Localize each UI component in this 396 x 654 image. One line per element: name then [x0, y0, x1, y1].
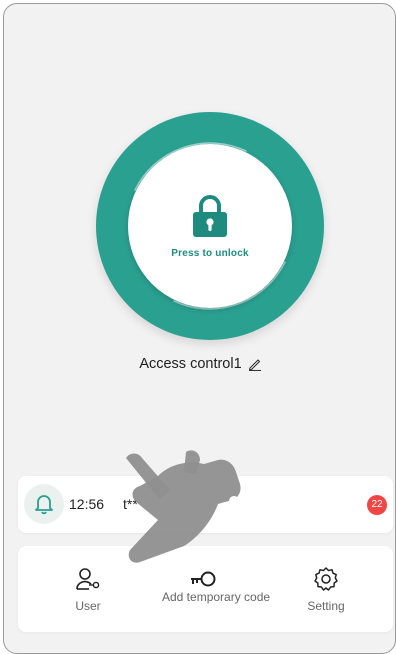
notification-count-badge: 22	[367, 495, 387, 515]
gear-icon	[314, 567, 338, 591]
setting-label: Setting	[307, 599, 345, 613]
lock-icon	[193, 194, 227, 237]
add-temporary-code-label: Add temporary code	[162, 590, 271, 604]
notification-time: 12:56	[69, 496, 105, 512]
notification-bar[interactable]: 12:56 t** 22	[18, 476, 393, 533]
unlock-ring[interactable]: Press to unlock	[96, 112, 324, 340]
add-temporary-code-button[interactable]: Add temporary code	[156, 546, 270, 632]
notification-text: t**	[123, 496, 138, 512]
app-screen: Press to unlock Access control1 12:56 t*…	[3, 3, 396, 654]
unlock-button[interactable]: Press to unlock	[128, 144, 292, 308]
bell-button[interactable]	[24, 484, 64, 524]
device-name-row: Access control1	[4, 356, 395, 372]
user-label: User	[75, 599, 101, 613]
pencil-icon[interactable]	[248, 357, 262, 371]
unlock-label: Press to unlock	[171, 247, 249, 259]
setting-button[interactable]: Setting	[286, 546, 366, 632]
user-button[interactable]: User	[48, 546, 128, 632]
bell-icon	[35, 495, 53, 515]
action-bar: User Add temporary code Setting	[18, 546, 393, 632]
user-key-icon	[76, 568, 100, 590]
device-name: Access control1	[139, 356, 242, 372]
